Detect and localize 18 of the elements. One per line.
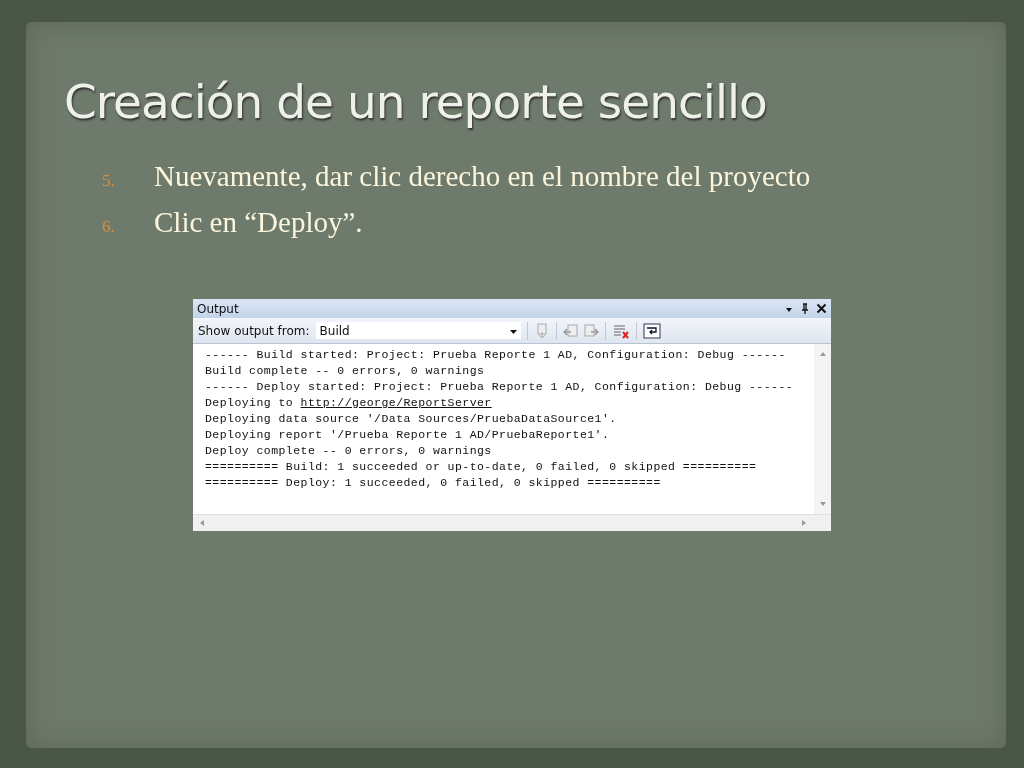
window-title: Output <box>197 301 239 316</box>
server-link[interactable]: http://george/ReportServer <box>300 396 492 409</box>
output-line: ------ Build started: Project: Prueba Reporte 1 AD, Configuration: Debug ------ <box>205 347 787 363</box>
output-line: Deploy complete -- 0 errors, 0 warnings <box>205 443 493 459</box>
step-text: Nuevamente, dar clic derecho en el nombre del proyecto <box>154 159 811 194</box>
output-line: ========== Deploy: 1 succeeded, 0 failed, 0 skipped ========== <box>205 475 662 491</box>
slide-title: Creación de un reporte sencillo <box>64 74 768 129</box>
output-line: Deploying data source '/Data Sources/PruebaDataSource1'. <box>205 411 618 427</box>
output-line: Deploying to http://george/ReportServer <box>205 395 493 411</box>
output-line: ========== Build: 1 succeeded or up-to-date, 0 failed, 0 skipped ========== <box>205 459 758 475</box>
output-line: ------ Deploy started: Project: Prueba Reporte 1 AD, Configuration: Debug ------ <box>205 379 795 395</box>
step-text: Clic en “Deploy”. <box>154 205 363 240</box>
show-output-label: Show output from: <box>198 323 310 338</box>
step-number: 6. <box>102 217 116 237</box>
output-line: Build complete -- 0 errors, 0 warnings <box>205 363 486 379</box>
step-number: 5. <box>102 171 116 191</box>
output-source-dropdown[interactable]: Build <box>315 322 521 339</box>
output-line: Deploying report '/Prueba Reporte 1 AD/PruebaReporte1'. <box>205 427 611 443</box>
